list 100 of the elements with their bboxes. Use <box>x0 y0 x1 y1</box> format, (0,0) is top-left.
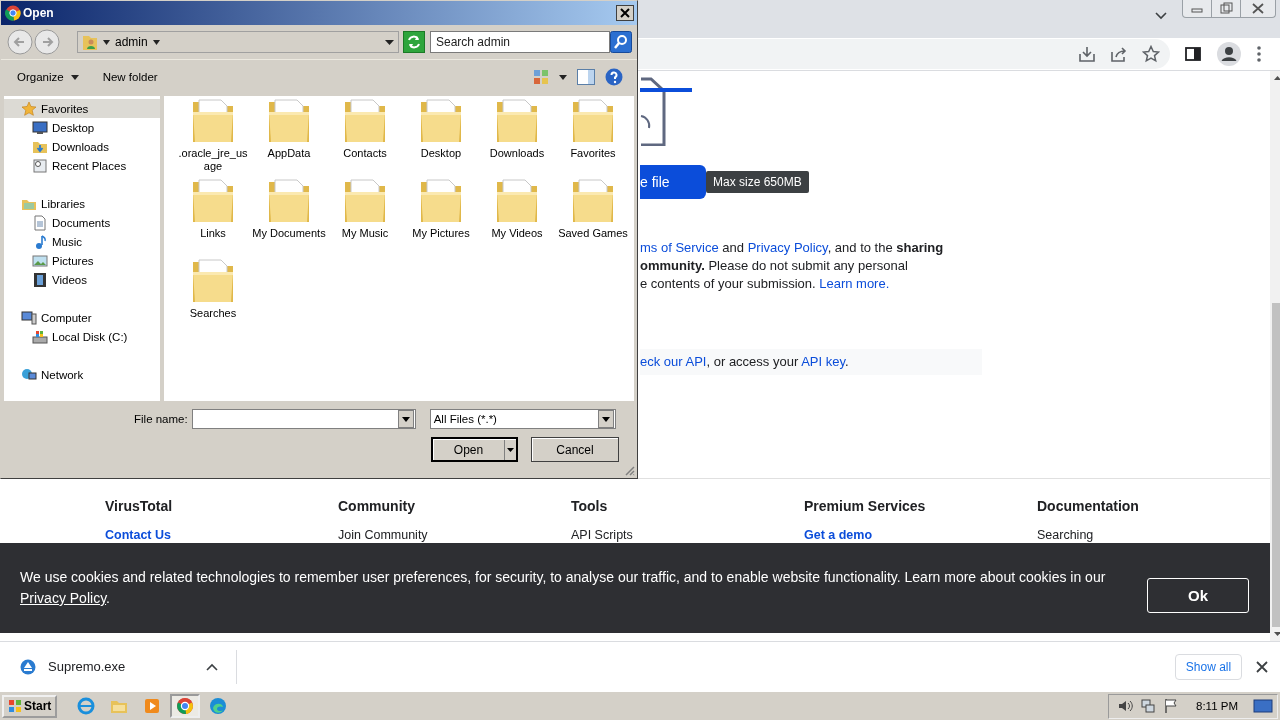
terms-text: e contents of your submission. Learn more. <box>640 275 891 293</box>
toolbar-button[interactable]: Organize <box>9 68 87 86</box>
cookie-message: We use cookies and related technologies to remember user preferences, for security, to analyse our traffic, and to enable website functionality. Learn more about cookies in our Privacy Policy. <box>20 568 1107 608</box>
toolbar-button[interactable]: New folder <box>94 68 166 86</box>
media-player-icon <box>143 697 162 715</box>
text-link[interactable]: ms of Service <box>640 240 719 255</box>
api-note-text: eck our API, or access your API key. <box>640 349 982 375</box>
accent-bar <box>640 88 692 92</box>
help-icon[interactable] <box>605 68 623 86</box>
clock-time[interactable]: 8:11 PM <box>1196 700 1238 712</box>
open-button[interactable]: Open <box>431 437 518 462</box>
folder-item[interactable]: Contacts <box>327 96 403 176</box>
search-icon[interactable] <box>610 31 632 53</box>
folder-item[interactable]: AppData <box>251 96 327 176</box>
file-name-label: File name: <box>134 413 188 425</box>
taskbar-app[interactable] <box>170 694 201 718</box>
footer-link[interactable]: Searching <box>1037 528 1094 542</box>
network-icon[interactable] <box>1140 698 1156 714</box>
terms-text: ms of Service and Privacy Policy, and to the sharing <box>640 239 945 257</box>
folder-item[interactable]: My Music <box>327 176 403 256</box>
browser-icon <box>77 697 96 715</box>
star-icon <box>21 100 37 117</box>
profile-avatar-icon[interactable] <box>1216 41 1242 67</box>
folder-item[interactable]: Saved Games <box>555 176 631 256</box>
nav-item[interactable]: Videos <box>4 270 160 289</box>
text-link[interactable]: API key <box>801 354 845 369</box>
start-button[interactable]: Start <box>2 694 58 718</box>
caret-icon <box>504 439 516 460</box>
star-icon[interactable] <box>1142 45 1160 63</box>
user-folder-icon <box>82 33 98 51</box>
computer-icon <box>21 309 37 326</box>
side-panel-icon[interactable] <box>1184 45 1202 63</box>
folder-item[interactable]: My Pictures <box>403 176 479 256</box>
text-link[interactable]: Learn more. <box>819 276 890 291</box>
close-icon[interactable] <box>1256 660 1268 673</box>
footer-heading: Premium Services <box>804 498 926 514</box>
window-title: Open <box>23 6 55 20</box>
folder-item[interactable]: Searches <box>175 256 251 336</box>
document-icon <box>32 214 48 231</box>
browser-icon <box>176 697 195 715</box>
download-icon[interactable] <box>1078 45 1096 63</box>
folder-item[interactable]: Favorites <box>555 96 631 176</box>
folder-item[interactable]: Downloads <box>479 96 555 176</box>
show-desktop-icon[interactable] <box>1253 698 1273 714</box>
menu-icon[interactable] <box>1256 45 1262 63</box>
dropdown-icon <box>597 410 614 428</box>
caret-icon[interactable] <box>559 74 567 80</box>
monitor-icon <box>32 119 48 136</box>
folder-item[interactable]: Links <box>175 176 251 256</box>
nav-item[interactable]: Local Disk (C:) <box>4 327 160 346</box>
folder-item[interactable]: .oracle_jre_usage <box>175 96 251 176</box>
share-icon[interactable] <box>1110 45 1128 63</box>
show-all-button[interactable]: Show all <box>1175 653 1242 680</box>
text-link[interactable]: Privacy Policy <box>747 240 828 255</box>
close-icon[interactable] <box>616 5 634 21</box>
text-link[interactable]: eck our API <box>640 354 707 369</box>
nav-item[interactable]: Documents <box>4 213 160 232</box>
nav-item[interactable]: Libraries <box>4 194 160 213</box>
disk-icon <box>32 328 48 345</box>
nav-item[interactable]: Recent Places <box>4 156 160 175</box>
chevron-down-icon[interactable] <box>1154 11 1168 21</box>
folder-item[interactable]: Desktop <box>403 96 479 176</box>
nav-item[interactable]: Network <box>4 365 160 384</box>
chevron-up-icon[interactable] <box>206 662 218 671</box>
nav-item[interactable]: Favorites <box>4 99 160 118</box>
speaker-icon[interactable] <box>1117 698 1133 714</box>
file-type-dropdown[interactable]: All Files (*.*) <box>429 409 616 429</box>
footer-link[interactable]: Contact Us <box>105 528 171 542</box>
file-icon <box>20 658 36 675</box>
folder-item[interactable]: My Videos <box>479 176 555 256</box>
cancel-button[interactable]: Cancel <box>531 437 619 462</box>
preview-pane-icon[interactable] <box>577 69 595 85</box>
footer-link[interactable]: API Scripts <box>571 528 633 542</box>
footer-heading: VirusTotal <box>105 498 173 514</box>
resize-grip-icon <box>623 464 635 476</box>
file-name-field[interactable] <box>191 409 416 429</box>
nav-item[interactable]: Music <box>4 232 160 251</box>
search-field[interactable]: Search admin <box>430 31 610 53</box>
footer-heading: Tools <box>571 498 608 514</box>
nav-item[interactable]: Pictures <box>4 251 160 270</box>
footer-heading: Documentation <box>1037 498 1139 514</box>
choose-file-button[interactable]: e file <box>640 165 706 199</box>
footer-link[interactable]: Join Community <box>338 528 428 542</box>
dropdown-icon <box>397 410 414 428</box>
ok-button[interactable]: Ok <box>1147 577 1249 613</box>
footer-link[interactable]: Get a demo <box>804 528 873 542</box>
nav-item[interactable]: Downloads <box>4 137 160 156</box>
app-logo-icon <box>5 5 21 21</box>
download-file-name[interactable]: Supremo.exe <box>48 659 206 674</box>
nav-item[interactable]: Computer <box>4 308 160 327</box>
nav-item[interactable]: Desktop <box>4 118 160 137</box>
refresh-icon[interactable] <box>403 31 425 53</box>
flag-icon[interactable] <box>1163 698 1179 714</box>
terms-text: ommunity. Please do not submit any personal <box>640 257 909 275</box>
scroll-thumb[interactable] <box>1272 303 1280 627</box>
footer-heading: Community <box>338 498 415 514</box>
film-icon <box>32 271 48 288</box>
address-field[interactable]: admin <box>77 31 399 53</box>
folder-item[interactable]: My Documents <box>251 176 327 256</box>
caret-icon <box>70 74 79 80</box>
